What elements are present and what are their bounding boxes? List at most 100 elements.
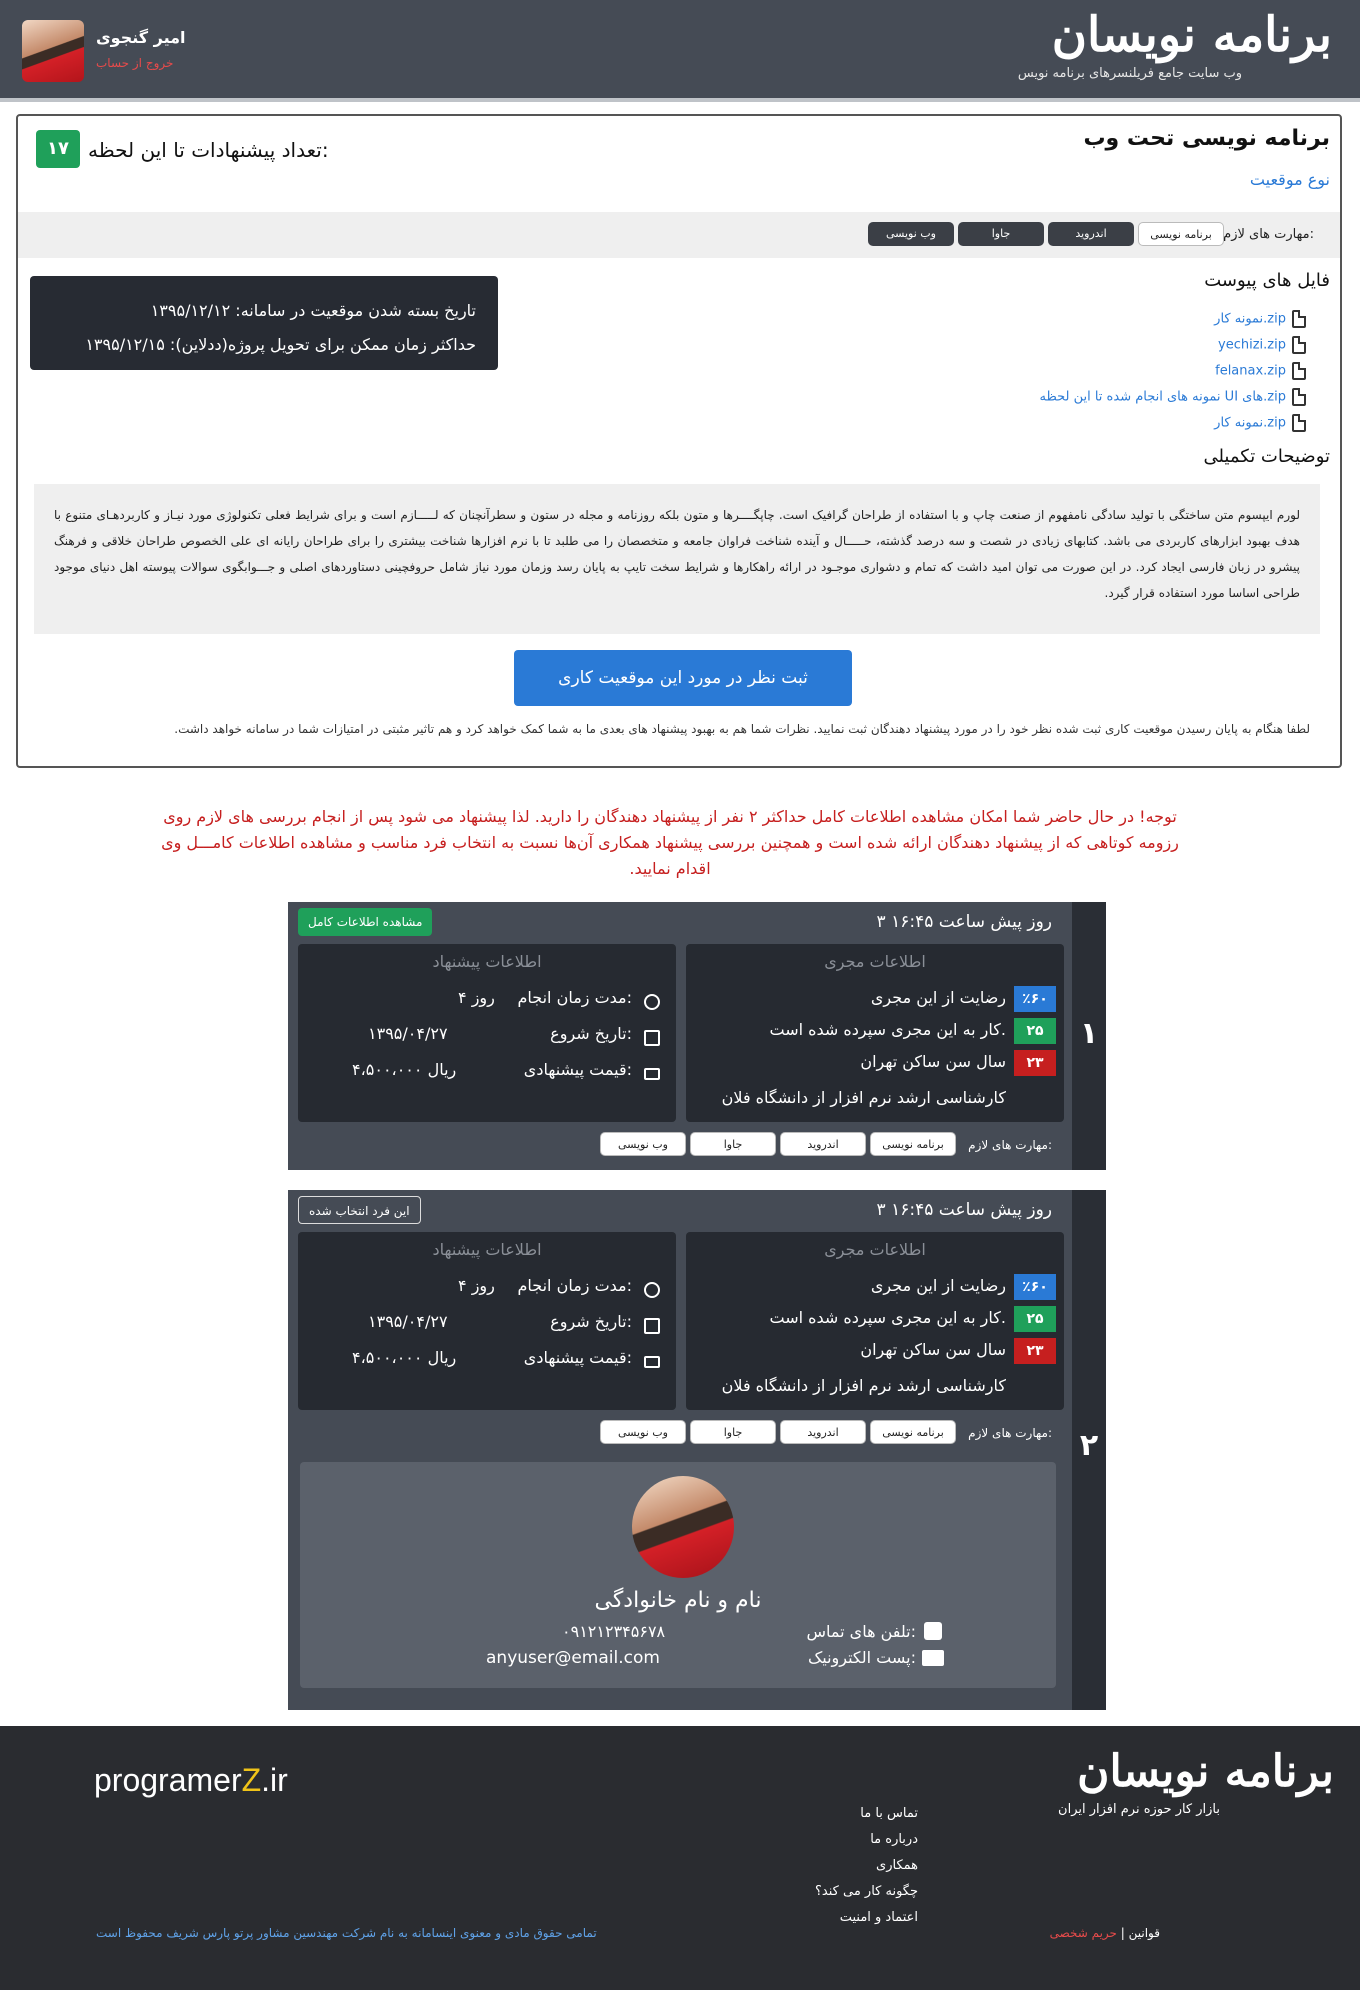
start-value: ۱۳۹۵/۰۴/۲۷	[368, 1024, 448, 1043]
panel-title: اطلاعات پیشنهاد	[432, 1240, 542, 1259]
bids-count-label: تعداد پیشنهادات تا این لحظه:	[88, 138, 329, 162]
selected-person-button[interactable]: این فرد انتخاب شده	[298, 1196, 421, 1224]
skill-tag: برنامه نویسی	[870, 1420, 956, 1444]
view-full-info-button[interactable]: مشاهده اطلاعات کامل	[298, 908, 433, 936]
attachment-name[interactable]: felanax.zip	[1215, 364, 1286, 379]
skills-label: مهارت های لازم:	[968, 1426, 1052, 1440]
project-type-link[interactable]: نوع موقعیت	[1250, 170, 1330, 189]
money-icon	[644, 1356, 660, 1368]
panel-title: اطلاعات پیشنهاد	[432, 952, 542, 971]
footer-tagline: بازار کار حوزه نرم افزار ایران	[1058, 1802, 1220, 1817]
footer-link-about[interactable]: درباره ما	[815, 1832, 918, 1847]
privacy-link[interactable]: حریم شخصی	[1050, 1926, 1117, 1940]
brand-prefix: programer	[94, 1762, 242, 1798]
description-title: توضیحات تکمیلی	[1203, 446, 1330, 467]
age-badge: ۲۳	[1014, 1338, 1056, 1364]
skill-tag: جاوا	[690, 1132, 776, 1156]
skill-tag: برنامه نویسی	[870, 1132, 956, 1156]
footer-link-contact[interactable]: تماس با ما	[815, 1806, 918, 1821]
skill-tag: اندروید	[780, 1420, 866, 1444]
attachment-name[interactable]: نمونه های انجام شده تا این لحظه UI های.z…	[1039, 390, 1286, 405]
bid-number-bar: ۱	[1072, 902, 1106, 1170]
bid-number-bar: ۲	[1072, 1190, 1106, 1710]
submit-note: لطفا هنگام به پایان رسیدن موقعیت کاری ثب…	[174, 722, 1310, 736]
attachment-item[interactable]: نمونه های انجام شده تا این لحظه UI های.z…	[1039, 388, 1306, 408]
skill-tag: اندروید	[1048, 222, 1134, 246]
skill-tag: جاوا	[958, 222, 1044, 246]
price-value: ۴،۵۰۰،۰۰۰ ریال	[352, 1348, 457, 1367]
skills-label: مهارت های لازم:	[968, 1138, 1052, 1152]
user-menu: امیر گنجوی خروج از حساب	[22, 20, 282, 84]
skill-tag: وب نویسی	[868, 222, 954, 246]
required-skills: مهارت های لازم: برنامه نویسی اندروید جاو…	[18, 212, 1340, 258]
price-label: قیمت پیشنهادی:	[523, 1060, 632, 1079]
logo-text[interactable]: برنامه نویسان	[1002, 6, 1332, 64]
phone-label: تلفن های تماس:	[806, 1622, 916, 1641]
jobs-label: کار به این مجری سپرده شده است.	[769, 1020, 1006, 1039]
phone-icon	[924, 1622, 942, 1640]
project-card: برنامه نویسی تحت وب نوع موقعیت تعداد پیش…	[16, 114, 1342, 768]
footer-link-how-it-works[interactable]: چگونه کار می کند؟	[815, 1884, 918, 1899]
deadline-box: تاریخ بسته شدن موقعیت در سامانه: ۱۳۹۵/۱۲…	[30, 276, 498, 370]
copyright: تمامی حقوق مادی و معنوی اینسامانه به نام…	[96, 1926, 597, 1940]
user-name[interactable]: امیر گنجوی	[96, 28, 186, 47]
limit-warning: توجه! در حال حاضر شما امکان مشاهده اطلاع…	[100, 804, 1240, 882]
site-header: برنامه نویسان وب سایت جامع فریلنسرهای بر…	[0, 0, 1360, 102]
email-label: پست الکترونیک:	[807, 1648, 916, 1667]
duration-value: ۴ روز	[458, 1276, 495, 1295]
attachment-name[interactable]: نمونه کار.zip	[1214, 312, 1286, 327]
calendar-icon	[644, 1318, 660, 1334]
jobs-label: کار به این مجری سپرده شده است.	[769, 1308, 1006, 1327]
site-logo[interactable]: برنامه نویسان وب سایت جامع فریلنسرهای بر…	[1002, 6, 1332, 88]
executor-info-panel: اطلاعات مجری ٪۶۰ رضایت از این مجری ۲۵ کا…	[686, 944, 1064, 1122]
skills-label: مهارت های لازم:	[1223, 227, 1314, 242]
project-title: برنامه نویسی تحت وب	[1083, 126, 1330, 151]
bids-count-badge: ۱۷	[36, 130, 80, 168]
footer-brand: programerZ.ir	[94, 1762, 288, 1799]
bid-date: ۳ روز پیش ساعت ۱۶:۴۵	[876, 912, 1052, 932]
file-icon	[1292, 362, 1306, 380]
executor-info-panel: اطلاعات مجری ٪۶۰ رضایت از این مجری ۲۵ کا…	[686, 1232, 1064, 1410]
profile-avatar	[632, 1476, 734, 1578]
logout-link[interactable]: خروج از حساب	[96, 56, 173, 70]
calendar-icon	[644, 1030, 660, 1046]
warning-line: اقدام نمایید.	[629, 859, 711, 878]
attachment-name[interactable]: yechizi.zip	[1218, 338, 1286, 353]
envelope-icon	[922, 1650, 944, 1666]
bid-date: ۳ روز پیش ساعت ۱۶:۴۵	[876, 1200, 1052, 1220]
duration-value: ۴ روز	[458, 988, 495, 1007]
logo-tagline: وب سایت جامع فریلنسرهای برنامه نویس	[1017, 66, 1242, 81]
avatar[interactable]	[22, 20, 84, 82]
attachment-name[interactable]: نمونه کار.zip	[1214, 416, 1286, 431]
satisfaction-badge: ٪۶۰	[1014, 986, 1056, 1012]
education: کارشناسی ارشد نرم افزار از دانشگاه فلان	[721, 1376, 1006, 1395]
attachment-item[interactable]: felanax.zip	[1215, 362, 1306, 382]
attachment-item[interactable]: نمونه کار.zip	[1214, 310, 1306, 330]
footer-logo[interactable]: برنامه نویسان	[1077, 1746, 1334, 1797]
skill-tag: وب نویسی	[600, 1132, 686, 1156]
attachment-item[interactable]: نمونه کار.zip	[1214, 414, 1306, 434]
panel-title: اطلاعات مجری	[824, 952, 926, 971]
panel-title: اطلاعات مجری	[824, 1240, 926, 1259]
footer-links: تماس با ما درباره ما همکاری چگونه کار می…	[815, 1806, 918, 1936]
email-value[interactable]: anyuser@email.com	[486, 1648, 660, 1668]
footer-link-cooperation[interactable]: همکاری	[815, 1858, 918, 1873]
clock-icon	[644, 1282, 660, 1298]
phone-value[interactable]: ۰۹۱۲۱۲۳۴۵۶۷۸	[562, 1622, 665, 1641]
delivery-deadline: حداکثر زمان ممکن برای تحویل پروژه(ددلاین…	[85, 335, 476, 354]
laws-link[interactable]: قوانین	[1129, 1926, 1160, 1940]
bid-number: ۲	[1079, 1428, 1099, 1463]
satisfaction-label: رضایت از این مجری	[870, 988, 1006, 1007]
footer-link-trust[interactable]: اعتماد و امنیت	[815, 1910, 918, 1925]
offer-info-panel: اطلاعات پیشنهاد مدت زمان انجام: ۴ روز تا…	[298, 1232, 676, 1410]
duration-label: مدت زمان انجام:	[517, 988, 632, 1007]
jobs-badge: ۲۵	[1014, 1306, 1056, 1332]
clock-icon	[644, 994, 660, 1010]
submit-review-button[interactable]: ثبت نظر در مورد این موقعیت کاری	[514, 650, 852, 706]
attachment-item[interactable]: yechizi.zip	[1218, 336, 1306, 356]
warning-line: توجه! در حال حاضر شما امکان مشاهده اطلاع…	[163, 807, 1177, 826]
bidder-profile: نام و نام خانوادگی تلفن های تماس: ۰۹۱۲۱۲…	[300, 1462, 1056, 1688]
footer-legal: قوانین | حریم شخصی	[1049, 1926, 1160, 1940]
price-label: قیمت پیشنهادی:	[523, 1348, 632, 1367]
bid-card: ۱ ۳ روز پیش ساعت ۱۶:۴۵ مشاهده اطلاعات کا…	[288, 902, 1106, 1170]
